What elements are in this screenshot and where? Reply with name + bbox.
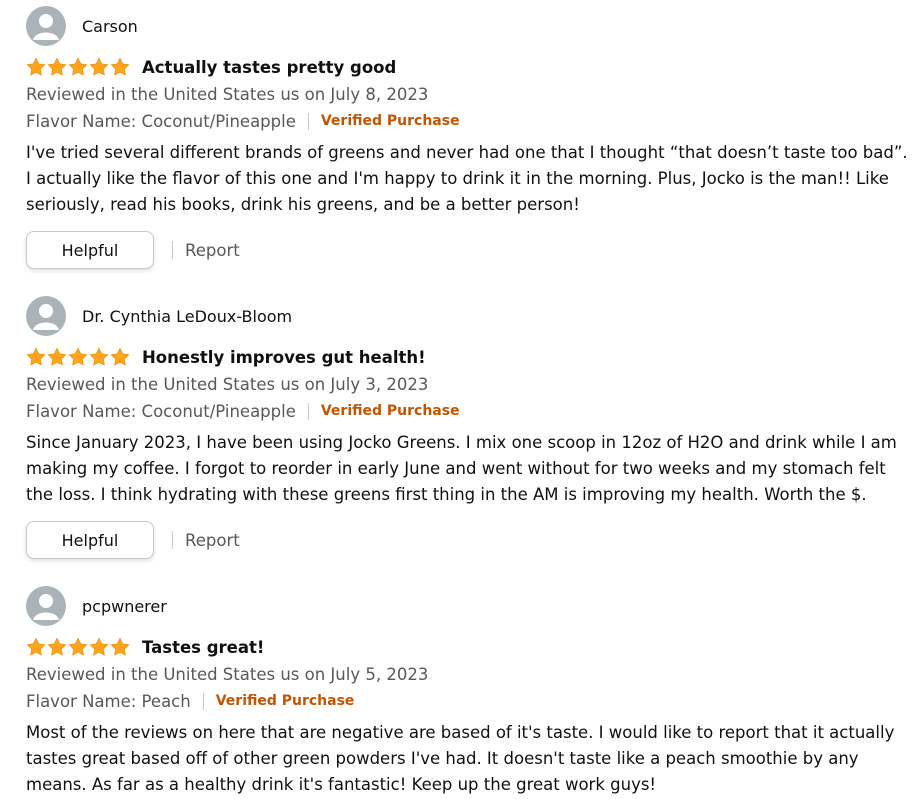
review-date: Reviewed in the United States us on July… — [26, 665, 429, 684]
star-icon — [110, 57, 130, 76]
reviewer-profile[interactable]: Dr. Cynthia LeDoux-Bloom — [26, 296, 916, 336]
star-icon — [47, 347, 67, 366]
report-link[interactable]: Report — [185, 531, 240, 550]
divider — [202, 692, 204, 710]
reviewer-profile[interactable]: Carson — [26, 6, 916, 46]
review-card: Carson Actually tastes pretty good Revie… — [26, 6, 916, 270]
review-body: Since January 2023, I have been using Jo… — [26, 433, 897, 504]
verified-purchase-badge: Verified Purchase — [215, 693, 355, 709]
flavor-name[interactable]: Flavor Name: Peach — [26, 692, 191, 711]
star-icon — [89, 347, 109, 366]
review-card: Dr. Cynthia LeDoux-Bloom Honestly improv… — [26, 296, 916, 560]
review-title[interactable]: Tastes great! — [142, 638, 264, 657]
helpful-button[interactable]: Helpful — [26, 231, 154, 269]
helpful-button[interactable]: Helpful — [26, 521, 154, 559]
star-rating[interactable] — [26, 637, 130, 657]
flavor-name[interactable]: Flavor Name: Coconut/Pineapple — [26, 402, 296, 421]
star-icon — [89, 57, 109, 76]
star-icon — [47, 57, 67, 76]
review-card: pcpwnerer Tastes great! Reviewed in the … — [26, 586, 916, 798]
default-avatar-icon — [26, 6, 66, 46]
divider — [307, 402, 309, 420]
verified-purchase-badge: Verified Purchase — [320, 113, 460, 129]
reviewer-name[interactable]: pcpwnerer — [82, 597, 167, 616]
star-rating[interactable] — [26, 57, 130, 77]
divider — [172, 531, 173, 549]
star-icon — [68, 57, 88, 76]
star-icon — [110, 347, 130, 366]
star-icon — [26, 347, 46, 366]
divider — [172, 241, 173, 259]
reviewer-name[interactable]: Dr. Cynthia LeDoux-Bloom — [82, 307, 292, 326]
star-icon — [68, 637, 88, 656]
star-rating[interactable] — [26, 347, 130, 367]
default-avatar-icon — [26, 586, 66, 626]
review-body: Most of the reviews on here that are neg… — [26, 723, 895, 794]
verified-purchase-badge: Verified Purchase — [320, 403, 460, 419]
review-title[interactable]: Honestly improves gut health! — [142, 348, 426, 367]
reviewer-profile[interactable]: pcpwnerer — [26, 586, 916, 626]
review-title[interactable]: Actually tastes pretty good — [142, 58, 396, 77]
default-avatar-icon — [26, 296, 66, 336]
star-icon — [110, 637, 130, 656]
reviewer-name[interactable]: Carson — [82, 17, 138, 36]
review-date: Reviewed in the United States us on July… — [26, 375, 429, 394]
star-icon — [47, 637, 67, 656]
review-date: Reviewed in the United States us on July… — [26, 85, 429, 104]
divider — [307, 112, 309, 130]
flavor-name[interactable]: Flavor Name: Coconut/Pineapple — [26, 112, 296, 131]
report-link[interactable]: Report — [185, 241, 240, 260]
star-icon — [26, 57, 46, 76]
star-icon — [89, 637, 109, 656]
review-body: I've tried several different brands of g… — [26, 143, 908, 214]
star-icon — [68, 347, 88, 366]
star-icon — [26, 637, 46, 656]
